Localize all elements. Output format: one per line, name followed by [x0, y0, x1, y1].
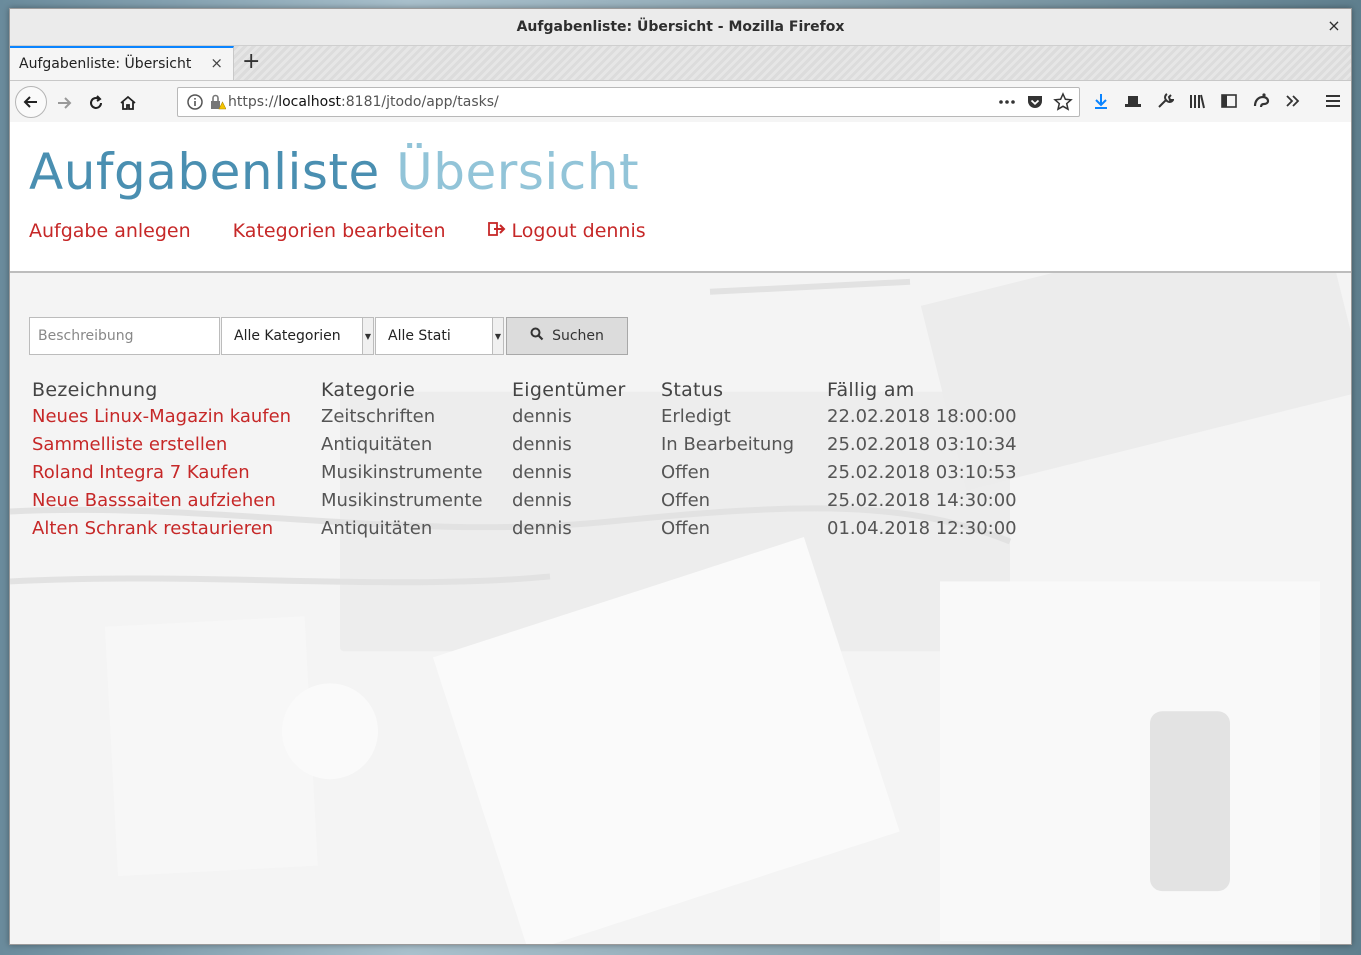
page-title-accent: Übersicht [396, 143, 640, 201]
page-title: Aufgabenliste Übersicht [29, 143, 639, 201]
column-header-kategorie[interactable]: Kategorie [318, 376, 509, 403]
task-due-date: 01.04.2018 12:30:00 [827, 518, 1017, 539]
task-due-date: 25.02.2018 03:10:53 [827, 462, 1017, 483]
header-nav: Aufgabe anlegen Kategorien bearbeiten Lo… [29, 220, 688, 242]
logout-link[interactable]: Logout dennis [487, 220, 646, 242]
bookmark-star-icon[interactable] [1053, 92, 1073, 112]
column-header-bezeichnung[interactable]: Bezeichnung [29, 376, 318, 403]
hamburger-menu-icon[interactable] [1322, 89, 1344, 113]
new-tab-button[interactable]: + [242, 50, 260, 74]
page-content: Aufgabenliste Übersicht Aufgabe anlegen … [10, 122, 1351, 944]
logout-icon [487, 221, 506, 242]
search-button-label: Suchen [552, 328, 604, 344]
status-select-value: Alle Stati [388, 328, 451, 344]
navigation-toolbar: https://localhost:8181/jtodo/app/tasks/ [10, 81, 1351, 125]
logout-label: Logout dennis [511, 220, 646, 242]
toolbar-icons [1090, 89, 1344, 113]
task-owner: dennis [512, 518, 572, 539]
window-close-button[interactable]: × [1325, 17, 1343, 35]
task-category: Antiquitäten [321, 518, 433, 539]
column-header-status[interactable]: Status [658, 376, 824, 403]
task-owner: dennis [512, 462, 572, 483]
page-actions-icon[interactable] [997, 92, 1017, 112]
task-due-date: 25.02.2018 03:10:34 [827, 434, 1017, 455]
reload-icon [90, 95, 102, 109]
search-button[interactable]: Suchen [506, 317, 628, 355]
search-icon [530, 327, 544, 345]
status-select[interactable]: Alle Stati ▼ [375, 317, 504, 355]
task-status: Offen [661, 462, 711, 483]
url-host: localhost [278, 94, 342, 110]
forward-button[interactable] [50, 89, 78, 117]
tab-label: Aufgabenliste: Übersicht [19, 56, 192, 72]
home-icon [120, 95, 136, 110]
info-icon[interactable] [186, 93, 204, 111]
window-titlebar: Aufgabenliste: Übersicht - Mozilla Firef… [10, 9, 1351, 46]
url-path: :8181/jtodo/app/tasks/ [341, 94, 499, 110]
task-due-date: 22.02.2018 18:00:00 [827, 406, 1017, 427]
task-title-link[interactable]: Sammelliste erstellen [29, 431, 318, 459]
task-owner: dennis [512, 490, 572, 511]
filter-form: Alle Kategorien ▼ Alle Stati ▼ Suchen [29, 317, 628, 355]
category-select[interactable]: Alle Kategorien ▼ [221, 317, 374, 355]
tasks-table: Bezeichnung Kategorie Eigentümer Status … [29, 376, 1030, 543]
column-header-faellig-am[interactable]: Fällig am [824, 376, 1030, 403]
column-header-eigentuemer[interactable]: Eigentümer [509, 376, 658, 403]
back-arrow-icon [23, 96, 37, 108]
url-text[interactable]: https://localhost:8181/jtodo/app/tasks/ [228, 94, 499, 110]
create-task-link[interactable]: Aufgabe anlegen [29, 220, 191, 242]
task-owner: dennis [512, 406, 572, 427]
page-title-main: Aufgabenliste [29, 143, 380, 201]
table-header-row: Bezeichnung Kategorie Eigentümer Status … [29, 376, 1030, 403]
window-title: Aufgabenliste: Übersicht - Mozilla Firef… [516, 19, 845, 35]
sidebar-icon[interactable] [1218, 89, 1240, 113]
task-due-date: 25.02.2018 14:30:00 [827, 490, 1017, 511]
task-category: Musikinstrumente [321, 490, 483, 511]
task-category: Musikinstrumente [321, 462, 483, 483]
edit-categories-link[interactable]: Kategorien bearbeiten [233, 220, 446, 242]
url-actions [997, 92, 1073, 112]
table-row: Alten Schrank restaurieren Antiquitäten … [29, 515, 1030, 543]
table-row: Neues Linux-Magazin kaufen Zeitschriften… [29, 403, 1030, 431]
task-status: Offen [661, 490, 711, 511]
browser-window: Aufgabenliste: Übersicht - Mozilla Firef… [9, 8, 1352, 945]
back-button[interactable] [15, 86, 47, 118]
task-status: Erledigt [661, 406, 731, 427]
page-header: Aufgabenliste Übersicht Aufgabe anlegen … [10, 122, 1351, 273]
library-icon[interactable] [1186, 89, 1208, 113]
wrench-icon[interactable] [1154, 89, 1176, 113]
url-security-icons [186, 93, 226, 111]
tab-tasks[interactable]: Aufgabenliste: Übersicht × [10, 46, 234, 80]
task-owner: dennis [512, 434, 572, 455]
task-status: Offen [661, 518, 711, 539]
task-title-link[interactable]: Roland Integra 7 Kaufen [29, 459, 318, 487]
task-category: Zeitschriften [321, 406, 436, 427]
gnome-extension-icon[interactable] [1250, 89, 1272, 113]
reload-button[interactable] [82, 89, 110, 117]
task-category: Antiquitäten [321, 434, 433, 455]
url-scheme: https:// [228, 94, 279, 110]
overflow-chevron-icon[interactable] [1282, 89, 1304, 113]
tab-bar: Aufgabenliste: Übersicht × + [10, 46, 1351, 81]
chevron-down-icon: ▼ [362, 318, 373, 354]
task-status: In Bearbeitung [661, 434, 795, 455]
downloads-icon[interactable] [1090, 89, 1112, 113]
tab-close-button[interactable]: × [210, 54, 223, 72]
chevron-down-icon: ▼ [492, 318, 503, 354]
task-title-link[interactable]: Neues Linux-Magazin kaufen [29, 403, 318, 431]
category-select-value: Alle Kategorien [234, 328, 341, 344]
task-title-link[interactable]: Alten Schrank restaurieren [29, 515, 318, 543]
home-button[interactable] [114, 89, 142, 117]
url-bar[interactable]: https://localhost:8181/jtodo/app/tasks/ [177, 87, 1080, 117]
description-search-input[interactable] [29, 317, 220, 355]
table-row: Roland Integra 7 Kaufen Musikinstrumente… [29, 459, 1030, 487]
task-title-link[interactable]: Neue Basssaiten aufziehen [29, 487, 318, 515]
insecure-lock-icon[interactable] [208, 93, 226, 111]
table-row: Neue Basssaiten aufziehen Musikinstrumen… [29, 487, 1030, 515]
pocket-icon[interactable] [1025, 92, 1045, 112]
table-row: Sammelliste erstellen Antiquitäten denni… [29, 431, 1030, 459]
forward-arrow-icon [58, 97, 72, 109]
extension-hat-icon[interactable] [1122, 89, 1144, 113]
